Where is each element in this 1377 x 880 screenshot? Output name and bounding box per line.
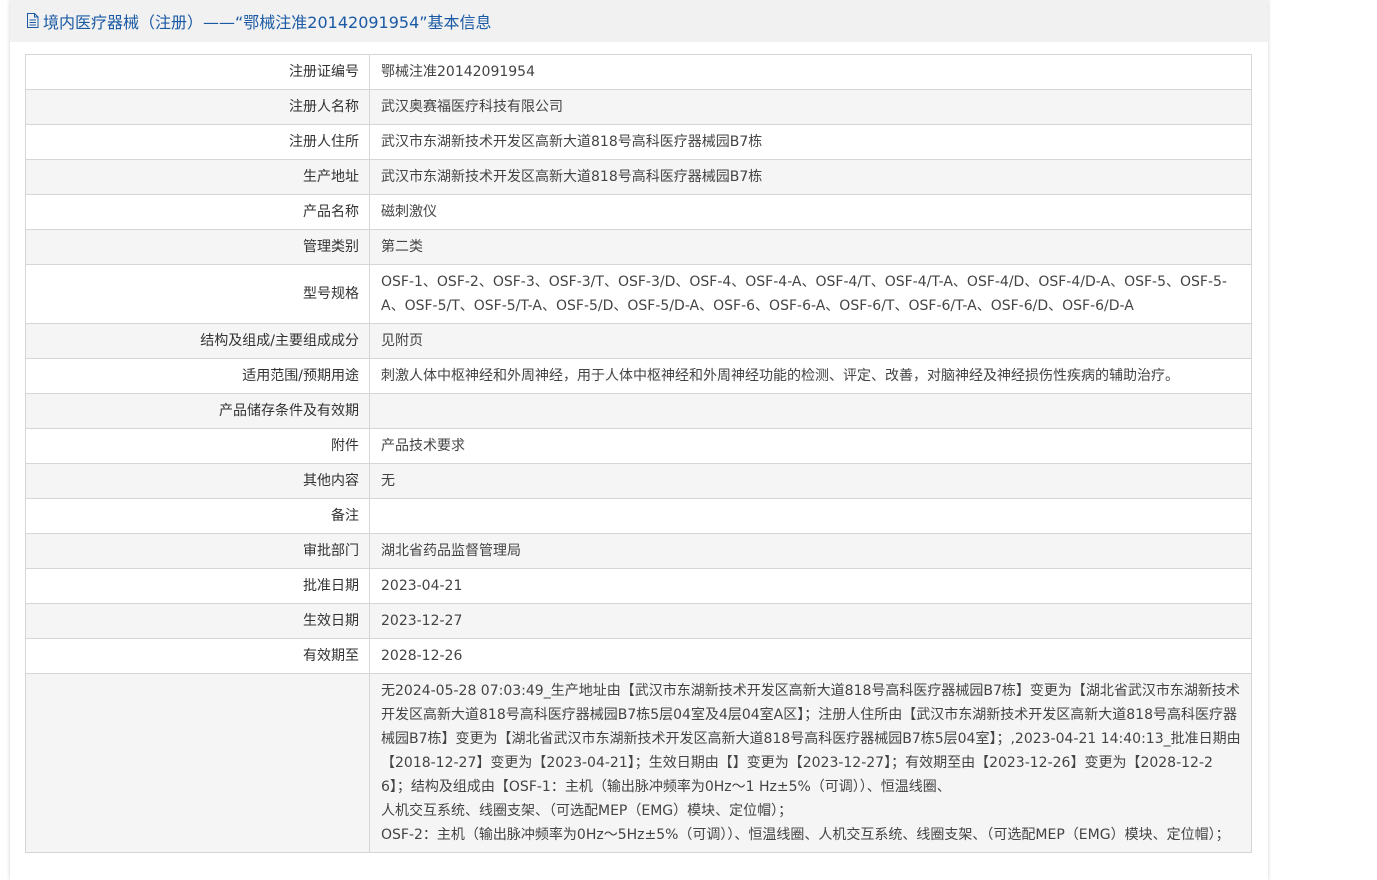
row-value: 武汉市东湖新技术开发区高新大道818号高科医疗器械园B7栋 <box>369 159 1252 195</box>
row-label: 生产地址 <box>25 159 370 195</box>
row-label: 注册人名称 <box>25 89 370 125</box>
row-value: 武汉市东湖新技术开发区高新大道818号高科医疗器械园B7栋 <box>369 124 1252 160</box>
table-row: 生产地址 武汉市东湖新技术开发区高新大道818号高科医疗器械园B7栋 <box>25 159 1252 195</box>
table-row: 型号规格 OSF-1、OSF-2、OSF-3、OSF-3/T、OSF-3/D、OS… <box>25 264 1252 324</box>
page-title: 境内医疗器械（注册）——“鄂械注准20142091954”基本信息 <box>43 13 492 32</box>
table-row: 注册人住所 武汉市东湖新技术开发区高新大道818号高科医疗器械园B7栋 <box>25 124 1252 160</box>
change-history-line: 人机交互系统、线圈支架、（可选配MEP（EMG）模块、定位帽）； <box>381 803 793 819</box>
row-value: 鄂械注准20142091954 <box>369 54 1252 90</box>
row-label: 结构及组成/主要组成成分 <box>25 323 370 359</box>
row-label: 型号规格 <box>25 264 370 324</box>
row-value <box>369 393 1252 429</box>
table-row: 备注 <box>25 498 1252 534</box>
panel-header: 境内医疗器械（注册）——“鄂械注准20142091954”基本信息 <box>10 0 1268 42</box>
row-label: 注册证编号 <box>25 54 370 90</box>
row-label: 其他内容 <box>25 463 370 499</box>
row-value: 产品技术要求 <box>369 428 1252 464</box>
row-label: 注册人住所 <box>25 124 370 160</box>
row-value <box>369 498 1252 534</box>
table-row: 批准日期 2023-04-21 <box>25 568 1252 604</box>
row-label: 管理类别 <box>25 229 370 265</box>
row-value: OSF-1、OSF-2、OSF-3、OSF-3/T、OSF-3/D、OSF-4、… <box>369 264 1252 324</box>
row-value: 无 <box>369 463 1252 499</box>
row-label: 产品储存条件及有效期 <box>25 393 370 429</box>
change-history-label <box>25 673 370 853</box>
table-row: 其他内容无 <box>25 463 1252 499</box>
row-label: 备注 <box>25 498 370 534</box>
table-row: 生效日期 2023-12-27 <box>25 603 1252 639</box>
table-row: 审批部门 湖北省药品监督管理局 <box>25 533 1252 569</box>
change-history-line: 无2024-05-28 07:03:49_生产地址由【武汉市东湖新技术开发区高新… <box>381 683 1241 795</box>
row-value: 武汉奥赛福医疗科技有限公司 <box>369 89 1252 125</box>
change-history-row: 无2024-05-28 07:03:49_生产地址由【武汉市东湖新技术开发区高新… <box>25 673 1252 853</box>
table-row: 产品储存条件及有效期 <box>25 393 1252 429</box>
row-value: 2023-04-21 <box>369 568 1252 604</box>
row-label: 审批部门 <box>25 533 370 569</box>
table-row: 注册人名称 武汉奥赛福医疗科技有限公司 <box>25 89 1252 125</box>
row-label: 批准日期 <box>25 568 370 604</box>
table-row: 产品名称 磁刺激仪 <box>25 194 1252 230</box>
table-row: 附件 产品技术要求 <box>25 428 1252 464</box>
row-value: 刺激人体中枢神经和外周神经，用于人体中枢神经和外周神经功能的检测、评定、改善，对… <box>369 358 1252 394</box>
change-history-line: OSF-2：主机（输出脉冲频率为0Hz～5Hz±5%（可调））、恒温线圈、人机交… <box>381 827 1230 843</box>
info-panel: 境内医疗器械（注册）——“鄂械注准20142091954”基本信息 注册证编号鄂… <box>10 0 1268 880</box>
table-row: 适用范围/预期用途 刺激人体中枢神经和外周神经，用于人体中枢神经和外周神经功能的检… <box>25 358 1252 394</box>
change-history-text: 无2024-05-28 07:03:49_生产地址由【武汉市东湖新技术开发区高新… <box>369 673 1252 853</box>
row-label: 附件 <box>25 428 370 464</box>
document-icon <box>26 13 40 29</box>
info-table: 注册证编号 鄂械注准20142091954 注册人名称 武汉奥赛福医疗科技有限公司 注册… <box>25 54 1252 853</box>
row-label: 产品名称 <box>25 194 370 230</box>
table-row: 管理类别 第二类 <box>25 229 1252 265</box>
row-label: 有效期至 <box>25 638 370 674</box>
row-value: 磁刺激仪 <box>369 194 1252 230</box>
table-row: 注册证编号 鄂械注准20142091954 <box>25 54 1252 90</box>
table-row: 结构及组成/主要组成成分 见附页 <box>25 323 1252 359</box>
row-value: 2028-12-26 <box>369 638 1252 674</box>
table-row: 有效期至 2028-12-26 <box>25 638 1252 674</box>
row-label: 适用范围/预期用途 <box>25 358 370 394</box>
row-value: 湖北省药品监督管理局 <box>369 533 1252 569</box>
row-label: 生效日期 <box>25 603 370 639</box>
row-value: 见附页 <box>369 323 1252 359</box>
row-value: 2023-12-27 <box>369 603 1252 639</box>
row-value: 第二类 <box>369 229 1252 265</box>
